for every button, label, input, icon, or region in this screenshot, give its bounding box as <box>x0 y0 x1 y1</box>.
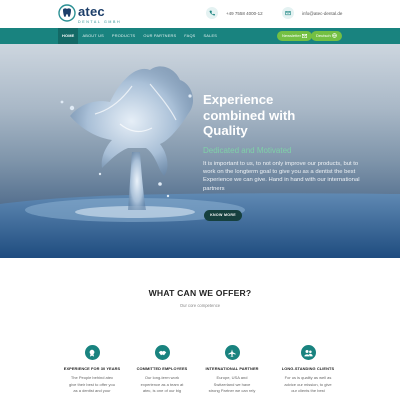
nav-item-home[interactable]: HOME <box>58 28 79 44</box>
feature-title: LONG-STANDING CLIENTS <box>281 366 335 371</box>
plane-icon <box>224 345 240 360</box>
language-deutsch-button[interactable]: Deutsch <box>311 31 342 41</box>
feature-desc-line: Europe, USA and <box>216 375 248 380</box>
nav-item-about-us[interactable]: ABOUT US <box>78 28 107 44</box>
feature-desc-line: as a dentist and your <box>73 388 111 394</box>
feature-title: COMMITTED EMPLOYEES <box>136 366 188 371</box>
nav-item-our-partners[interactable]: OUR PARTNERS <box>139 28 180 44</box>
feature-clients: LONG-STANDING CLIENTS For us is quality … <box>270 345 346 395</box>
mail-icon <box>301 33 308 38</box>
logo[interactable]: atec DENTAL GMBH <box>58 4 121 25</box>
feature-desc-line: For us is quality as well as <box>284 375 332 380</box>
feature-employees: COMMITTED EMPLOYEES Our long-term work e… <box>124 345 200 395</box>
mail-icon <box>282 7 294 19</box>
feature-desc-line: experience as a team at <box>140 381 184 387</box>
feature-desc-line: Our long-term work <box>144 375 180 380</box>
hero-body-text: It is important to us, to not only impro… <box>203 160 360 192</box>
nav-item-faqs[interactable]: FAQS <box>180 28 199 44</box>
feature-desc-line: strong Partner we can rely <box>208 388 256 394</box>
main-nav: HOME ABOUT US PRODUCTS OUR PARTNERS FAQS… <box>58 28 221 44</box>
feature-desc-line: The People behind atec <box>70 375 114 380</box>
feature-description: Europe, USA and Switzerland we have stro… <box>194 375 270 395</box>
hero-subtitle: Dedicated and Motivated <box>203 145 292 155</box>
phone-number: +49 7558 4000-12 <box>226 10 263 16</box>
feature-desc-line: advice our mission, to give <box>284 381 332 387</box>
feature-desc-line: our clients the best <box>291 388 325 394</box>
feature-experience: EXPERIENCE FOR 30 YEARS The People behin… <box>54 345 130 395</box>
email-contact[interactable]: info@atec-dental.de <box>282 7 342 19</box>
main-nav-bar: HOME ABOUT US PRODUCTS OUR PARTNERS FAQS… <box>0 28 400 44</box>
offer-section-subtitle: Our core competence <box>179 303 221 308</box>
hero-title-line-2: combined with <box>203 107 296 123</box>
feature-desc-line: give their best to offer you <box>69 381 115 387</box>
nav-item-sales[interactable]: SALES <box>199 28 221 44</box>
tooth-logo-icon <box>58 4 76 22</box>
hero-banner: Experience combined with Quality Dedicat… <box>0 44 400 258</box>
globe-icon <box>332 33 337 39</box>
email-address: info@atec-dental.de <box>302 10 343 16</box>
feature-desc-line: Switzerland we have <box>213 381 251 387</box>
feature-description: The People behind atec give their best t… <box>54 375 130 395</box>
people-icon <box>300 345 316 360</box>
logo-text: atec <box>78 4 105 19</box>
hero-text-block: Experience combined with Quality Dedicat… <box>203 92 368 193</box>
handshake-icon <box>154 345 170 360</box>
phone-icon <box>206 7 218 19</box>
deutsch-label: Deutsch <box>316 33 331 38</box>
feature-desc-line: atec, is one of our big <box>142 388 182 394</box>
newsletter-button[interactable]: Newsletter <box>277 31 313 41</box>
nav-item-products[interactable]: PRODUCTS <box>108 28 139 44</box>
hero-title-line-3: Quality <box>203 123 248 138</box>
newsletter-label: Newsletter <box>282 33 301 38</box>
feature-description: Our long-term work experience as a team … <box>124 375 200 395</box>
top-bar: atec DENTAL GMBH +49 7558 4000-12 info@a… <box>0 0 400 28</box>
feature-title: INTERNATIONAL PARTNER <box>205 366 259 371</box>
phone-contact[interactable]: +49 7558 4000-12 <box>206 7 263 19</box>
feature-title: EXPERIENCE FOR 30 YEARS <box>63 366 121 371</box>
know-more-button[interactable]: KNOW MORE <box>204 210 242 221</box>
logo-subtext: DENTAL GMBH <box>78 20 122 24</box>
badge-icon <box>84 345 100 360</box>
feature-description: For us is quality as well as advice our … <box>270 375 346 395</box>
hero-title: Experience combined with Quality <box>203 92 368 139</box>
feature-partner: INTERNATIONAL PARTNER Europe, USA and Sw… <box>194 345 270 395</box>
offer-section-title: WHAT CAN WE OFFER? <box>148 288 252 298</box>
hero-title-line-1: Experience <box>203 92 274 107</box>
